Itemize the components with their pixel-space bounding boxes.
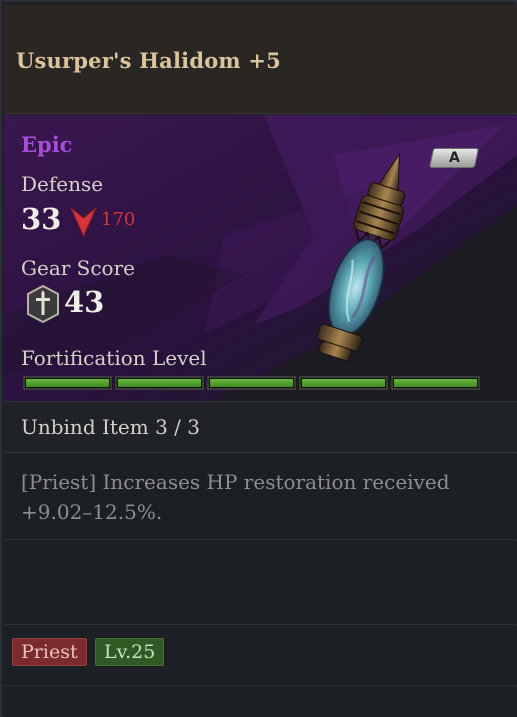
red-down-arrow-icon	[70, 207, 97, 238]
fortification-segment	[23, 376, 112, 390]
empty-section	[4, 541, 517, 625]
tooltip-header: Usurper's Halidom +5	[4, 4, 517, 114]
defense-delta: 170	[101, 209, 136, 230]
defense-label: Defense	[21, 172, 104, 196]
rarity-label: Epic	[21, 132, 73, 157]
fortification-label: Fortification Level	[21, 346, 207, 370]
fortification-segment	[115, 376, 204, 390]
fortification-segment	[207, 376, 296, 390]
tooltip-footer	[4, 687, 517, 717]
halidom-relic-icon	[316, 152, 406, 362]
item-name: Usurper's Halidom +5	[16, 48, 281, 73]
gear-score-label: Gear Score	[21, 256, 135, 280]
item-tooltip: Usurper's Halidom +5 Epic A Defense 33 1…	[0, 0, 517, 717]
fortification-segment	[299, 376, 388, 390]
gear-score-sword-icon	[27, 285, 59, 323]
class-requirement-tag: Priest	[12, 638, 87, 666]
gear-score-value: 43	[64, 285, 105, 319]
fortification-bar	[23, 376, 480, 390]
requirements-row: Priest Lv.25	[4, 626, 517, 686]
unbind-row: Unbind Item 3 / 3	[4, 401, 517, 453]
fortification-segment	[391, 376, 480, 390]
item-description: [Priest] Increases HP restoration receiv…	[4, 454, 517, 540]
unbind-count: Unbind Item 3 / 3	[21, 415, 200, 439]
grade-badge: A	[428, 148, 480, 168]
defense-value: 33	[21, 202, 62, 236]
item-stats-panel: Epic A Defense 33 170 Gear Score 43 Fort…	[4, 115, 517, 401]
description-text: [Priest] Increases HP restoration receiv…	[21, 470, 450, 524]
level-requirement-tag: Lv.25	[95, 638, 165, 666]
